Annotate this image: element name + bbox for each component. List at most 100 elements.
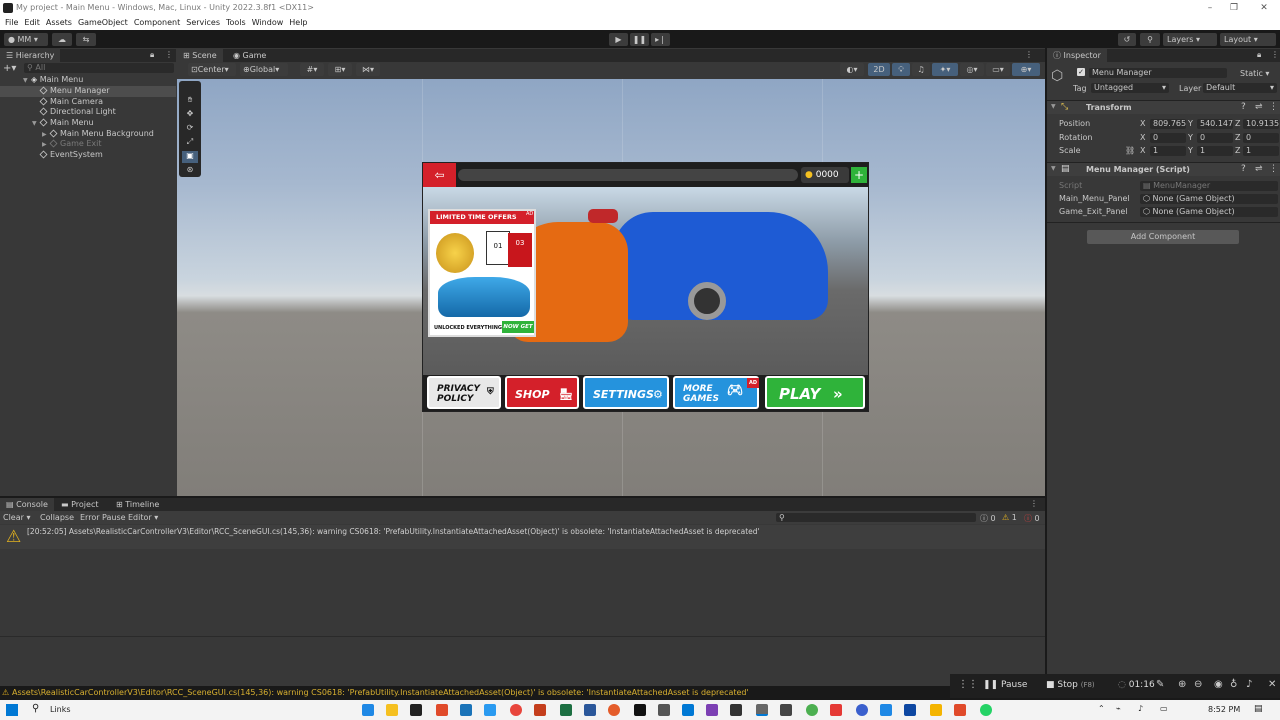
clear-button[interactable]: Clear ▾ <box>3 513 30 522</box>
app-icon[interactable] <box>484 704 496 716</box>
menu-assets[interactable]: Assets <box>45 16 77 30</box>
zoom-in-icon[interactable]: ⊕ <box>1178 679 1186 690</box>
console-search-input[interactable]: ⚲ <box>776 513 976 522</box>
maximize-icon[interactable]: ❐ <box>1224 0 1244 16</box>
history-icon[interactable]: ↺ <box>1118 32 1136 46</box>
expand-arrow-icon[interactable]: ▼ <box>1051 103 1056 110</box>
tab-project[interactable]: ▬ Project <box>55 498 104 511</box>
settings-button[interactable]: SETTINGS ⚙ <box>583 376 669 409</box>
expand-arrow-icon[interactable]: ▼ <box>23 76 31 87</box>
excel-icon[interactable] <box>560 704 572 716</box>
hierarchy-scene-root[interactable]: ▼ ◈ Main Menu <box>0 75 176 86</box>
drag-handle-icon[interactable]: ⋮⋮ <box>958 679 978 690</box>
hand-tool-icon[interactable]: ✋︎ <box>182 95 198 107</box>
webcam-icon[interactable]: ◉ <box>1214 679 1223 690</box>
recorder-pause-button[interactable]: ❚❚ Pause <box>983 680 1027 690</box>
tag-dropdown[interactable]: Untagged ▾ <box>1091 83 1169 93</box>
lock-icon[interactable]: 🔒︎ <box>150 50 154 60</box>
shop-button[interactable]: SHOP 🏪︎ <box>505 376 579 409</box>
hierarchy-item-eventsystem[interactable]: EventSystem <box>0 150 176 161</box>
windows-start-icon[interactable] <box>6 704 18 716</box>
scale-z-field[interactable]: 1 <box>1243 146 1279 156</box>
pause-button[interactable]: ❚❚ <box>630 32 649 46</box>
close-icon[interactable]: ✕ <box>1254 0 1274 16</box>
vscode-icon[interactable] <box>682 704 694 716</box>
office-icon[interactable] <box>436 704 448 716</box>
app-icon[interactable] <box>780 704 792 716</box>
hierarchy-item-main-menu[interactable]: ▼ Main Menu <box>0 118 176 129</box>
menu-services[interactable]: Services <box>185 16 225 30</box>
volume-icon[interactable]: ♪ <box>1246 679 1252 690</box>
more-games-button[interactable]: MORE GAMES 🎮︎ AD <box>673 376 759 409</box>
main-menu-panel-field[interactable]: ⬡ None (Game Object) <box>1140 194 1278 204</box>
collapse-toggle[interactable]: Collapse <box>40 513 74 522</box>
account-button[interactable]: ● MM ▾ <box>4 32 48 46</box>
word-icon[interactable] <box>584 704 596 716</box>
microphone-icon[interactable]: ♁ <box>1230 679 1237 690</box>
layout-dropdown[interactable]: Layout ▾ <box>1220 32 1276 46</box>
collapse-arrow-icon[interactable]: ▶ <box>42 140 50 151</box>
unity-taskbar-icon[interactable] <box>756 704 768 716</box>
transform-header[interactable]: ▼ ⤡ Transform ? ⇌ ⋮ <box>1047 100 1280 114</box>
transform-tool-icon[interactable]: ⊛ <box>182 165 198 175</box>
script-header[interactable]: ▼ ▤ Menu Manager (Script) ? ⇌ ⋮ <box>1047 162 1280 176</box>
hierarchy-item-game-exit[interactable]: ▶ Game Exit <box>0 139 176 150</box>
app-icon[interactable] <box>856 704 868 716</box>
offer-card[interactable]: LIMITED TIME OFFERS AD 01 03 UNLOCKED EV… <box>428 209 536 337</box>
store-app-icon[interactable] <box>410 704 422 716</box>
rotate-tool-icon[interactable]: ⟳ <box>182 123 198 135</box>
effects-icon[interactable]: ✦▾ <box>932 63 958 76</box>
rotation-y-field[interactable]: 0 <box>1197 133 1233 143</box>
add-coins-button[interactable]: + <box>851 167 867 183</box>
rotation-z-field[interactable]: 0 <box>1243 133 1279 143</box>
app-icon[interactable] <box>880 704 892 716</box>
log-count-toggle[interactable]: ⓘ 0 <box>980 513 996 524</box>
offer-cta-button[interactable]: NOW GET <box>502 321 534 333</box>
visual-studio-icon[interactable] <box>706 704 718 716</box>
scale-x-field[interactable]: 1 <box>1150 146 1186 156</box>
tray-expand-icon[interactable]: ⌃ <box>1098 704 1105 713</box>
app-icon[interactable] <box>930 704 942 716</box>
collab-icon[interactable]: ⇆ <box>76 32 96 46</box>
audio-icon[interactable]: ♫ <box>912 63 930 76</box>
menu-file[interactable]: File <box>4 16 23 30</box>
kebab-menu-icon[interactable]: ⋮ <box>1030 499 1038 508</box>
hierarchy-item-directional-light[interactable]: Directional Light <box>0 107 176 118</box>
position-x-field[interactable]: 809.765 <box>1150 119 1186 129</box>
whatsapp-icon[interactable] <box>980 704 992 716</box>
layer-dropdown[interactable]: Default ▾ <box>1203 83 1277 93</box>
visibility-icon[interactable]: ◎▾ <box>960 63 984 76</box>
app-icon[interactable] <box>904 704 916 716</box>
space-dropdown[interactable]: ⊕Global▾ <box>240 63 288 76</box>
draw-mode-icon[interactable]: ◐▾ <box>840 63 864 76</box>
hierarchy-item-main-menu-background[interactable]: ▶ Main Menu Background <box>0 129 176 140</box>
notification-icon[interactable]: ▤ <box>1254 704 1263 714</box>
kebab-menu-icon[interactable]: ⋮ <box>1269 102 1278 112</box>
kebab-menu-icon[interactable]: ⋮ <box>1025 50 1033 59</box>
app-icon[interactable] <box>658 704 670 716</box>
menu-component[interactable]: Component <box>133 16 185 30</box>
minimize-icon[interactable]: – <box>1200 0 1220 16</box>
tab-console[interactable]: ▤ Console <box>0 498 54 511</box>
hierarchy-item-main-camera[interactable]: Main Camera <box>0 97 176 108</box>
kebab-menu-icon[interactable]: ⋮ <box>1271 50 1279 59</box>
position-z-field[interactable]: 10.9135 <box>1243 119 1279 129</box>
game-exit-panel-field[interactable]: ⬡ None (Game Object) <box>1140 207 1278 217</box>
gizmos-icon[interactable]: ⊕▾ <box>1012 63 1040 76</box>
grid-icon[interactable]: ⊞▾ <box>328 63 352 76</box>
app-icon[interactable] <box>830 704 842 716</box>
app-icon[interactable] <box>634 704 646 716</box>
help-icon[interactable]: ? <box>1241 164 1246 174</box>
app-icon[interactable] <box>954 704 966 716</box>
search-icon[interactable]: ⚲ <box>1140 32 1160 46</box>
mode-2d-button[interactable]: 2D <box>868 63 890 76</box>
battery-icon[interactable]: ▭ <box>1160 704 1168 713</box>
privacy-policy-button[interactable]: PRIVACY POLICY ⛨ <box>427 376 501 409</box>
active-checkbox[interactable]: ✓ <box>1077 68 1085 76</box>
volume-tray-icon[interactable]: ♪ <box>1138 704 1143 713</box>
layers-dropdown[interactable]: Layers ▾ <box>1163 32 1217 46</box>
tab-inspector[interactable]: ⓘ Inspector <box>1047 49 1107 62</box>
pivot-dropdown[interactable]: ⊡Center▾ <box>188 63 236 76</box>
menu-help[interactable]: Help <box>288 16 312 30</box>
edge-icon[interactable] <box>362 704 374 716</box>
